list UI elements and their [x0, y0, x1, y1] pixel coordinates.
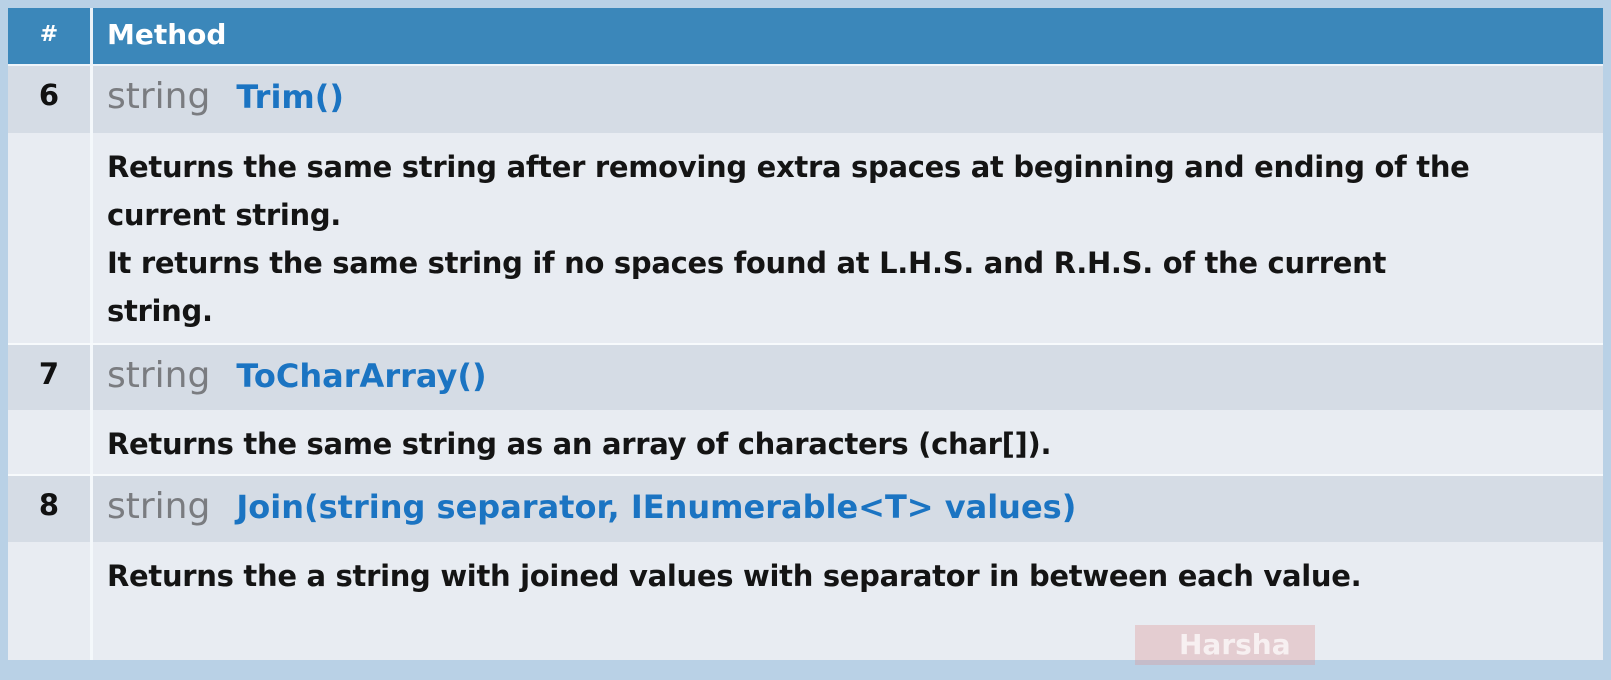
- description-line: Returns the a string with joined values …: [107, 559, 1362, 593]
- method-row-7: 7 string ToCharArray(): [8, 345, 1603, 410]
- description-line: It returns the same string if no spaces …: [107, 246, 1387, 328]
- header-num: #: [8, 8, 93, 64]
- method-row-8: 8 string Join(string separator, IEnumerab…: [8, 476, 1603, 542]
- table-header: # Method: [8, 8, 1603, 64]
- return-type: string: [107, 486, 211, 527]
- header-method: Method: [107, 18, 227, 51]
- description-row-6: Returns the same string after removing e…: [8, 133, 1603, 343]
- row-number: 6: [8, 66, 93, 133]
- row-number: 7: [8, 345, 93, 410]
- description-row-8: Returns the a string with joined values …: [8, 542, 1603, 660]
- description-row-7: Returns the same string as an array of c…: [8, 410, 1603, 474]
- return-type: string: [107, 76, 211, 117]
- method-signature: ToCharArray(): [236, 357, 487, 395]
- watermark-logo: Harsha: [1135, 625, 1315, 665]
- return-type: string: [107, 355, 211, 396]
- method-row-6: 6 string Trim(): [8, 66, 1603, 133]
- description-line: Returns the same string as an array of c…: [107, 427, 1052, 461]
- description-line: Returns the same string after removing e…: [107, 150, 1470, 232]
- method-signature: Join(string separator, IEnumerable<T> va…: [236, 488, 1077, 526]
- methods-table: # Method 6 string Trim() Returns the same…: [8, 8, 1603, 660]
- method-signature: Trim(): [236, 78, 344, 116]
- row-number: 8: [8, 476, 93, 542]
